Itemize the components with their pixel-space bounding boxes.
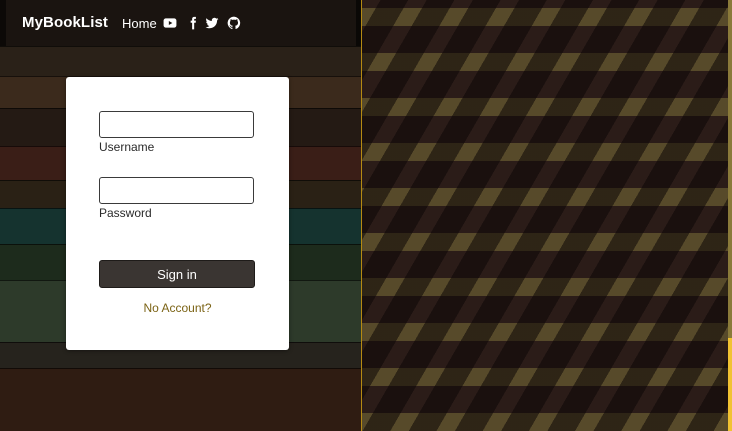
login-card: Username Password Sign in No Account?: [66, 77, 289, 350]
github-icon[interactable]: [227, 16, 241, 30]
navbar: MyBookList Home: [0, 0, 361, 46]
scrollbar-track[interactable]: [728, 0, 732, 431]
facebook-icon[interactable]: [186, 16, 200, 30]
password-input[interactable]: [99, 177, 254, 204]
nav-home-link[interactable]: Home: [122, 16, 157, 31]
sign-in-button[interactable]: Sign in: [99, 260, 255, 288]
username-input[interactable]: [99, 111, 254, 138]
scrollbar-thumb[interactable]: [728, 338, 732, 431]
background-pattern-panel: [361, 0, 732, 431]
username-label: Username: [99, 140, 155, 154]
password-label: Password: [99, 206, 152, 220]
youtube-icon[interactable]: [163, 16, 177, 30]
twitter-icon[interactable]: [205, 16, 219, 30]
brand-logo[interactable]: MyBookList: [22, 14, 108, 31]
no-account-link[interactable]: No Account?: [66, 301, 289, 315]
